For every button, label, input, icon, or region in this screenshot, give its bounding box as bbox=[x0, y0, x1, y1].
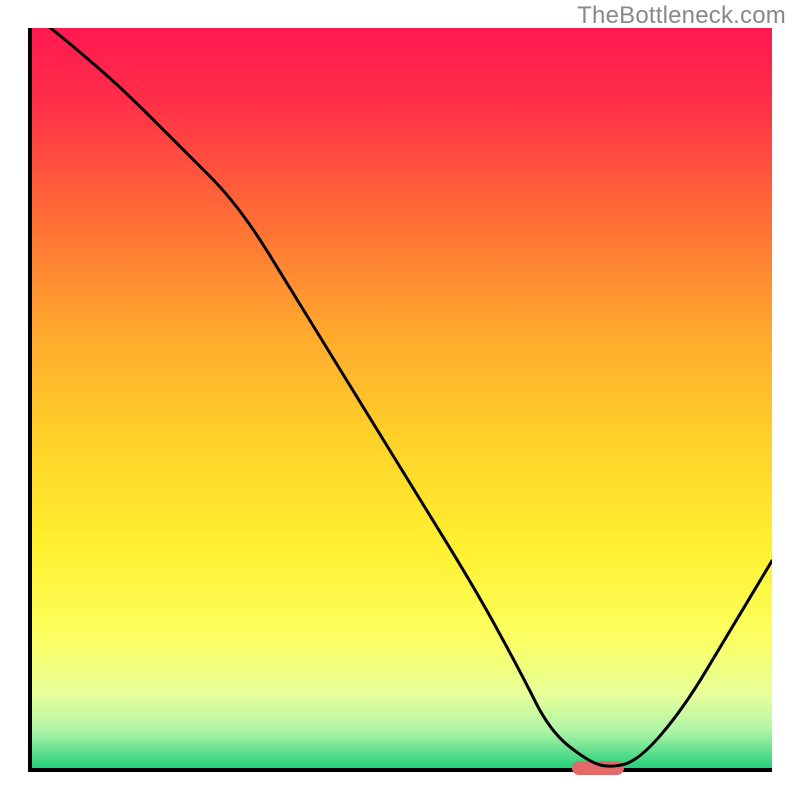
chart-container: TheBottleneck.com bbox=[0, 0, 800, 800]
watermark-text: TheBottleneck.com bbox=[577, 2, 786, 30]
plot-area bbox=[28, 28, 772, 772]
bottleneck-curve bbox=[32, 28, 772, 768]
